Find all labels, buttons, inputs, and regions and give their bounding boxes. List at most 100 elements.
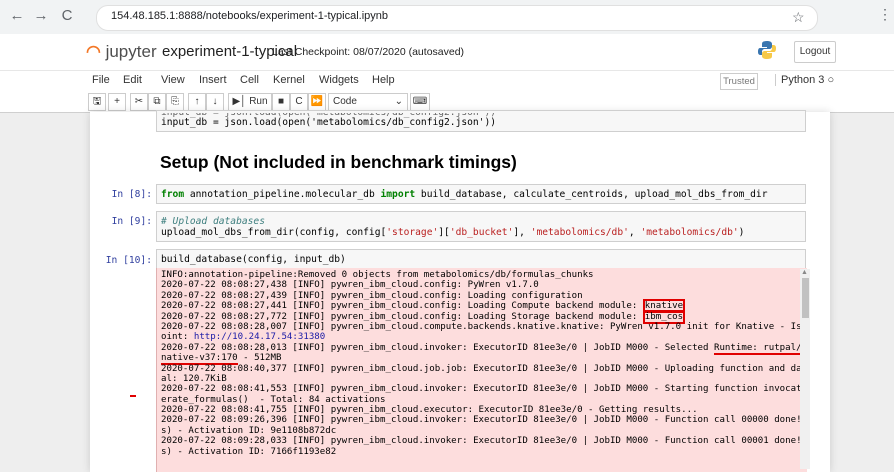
jupyter-header: ◠ jupyter experiment-1-typical Last Chec… xyxy=(0,34,894,70)
output-text-segment: 2020-07-22 08:08:27,441 [INFO] pywren_ib… xyxy=(161,301,643,312)
output-line: 2020-07-22 08:09:26,396 [INFO] pywren_ib… xyxy=(161,415,807,426)
back-icon[interactable]: ← xyxy=(8,7,26,25)
code-cell-input[interactable]: build_database(config, input_db) xyxy=(156,249,806,269)
reload-icon[interactable]: C xyxy=(58,7,76,25)
address-bar[interactable]: 154.48.185.1:8888/notebooks/experiment-1… xyxy=(96,5,818,31)
markdown-heading[interactable]: Setup (Not included in benchmark timings… xyxy=(160,152,517,173)
checkpoint-status: Last Checkpoint: 08/07/2020 (autosaved) xyxy=(272,46,465,58)
cell-type-label: Code xyxy=(333,96,357,107)
paste-icon[interactable]: ⎘ xyxy=(166,93,184,111)
string-literal: 'metabolomics/db' xyxy=(640,227,739,238)
code-line: upload_mol_dbs_from_dir(config, config['… xyxy=(161,227,744,238)
code-cell-input[interactable]: # Upload databases upload_mol_dbs_from_d… xyxy=(156,211,806,242)
input-prompt: In [8]: xyxy=(111,189,152,200)
menu-view[interactable]: View xyxy=(161,74,185,86)
code-line: input_db = json.load(open('metabolomics/… xyxy=(161,117,496,128)
menu-cell[interactable]: Cell xyxy=(240,74,259,86)
run-icon: ▶│ xyxy=(232,96,247,107)
move-down-icon[interactable]: ↓ xyxy=(206,93,224,111)
string-literal: 'storage' xyxy=(386,227,439,238)
restart-icon[interactable]: C xyxy=(290,93,308,111)
keyboard-icon[interactable]: ⌨ xyxy=(410,93,430,111)
menu-kernel[interactable]: Kernel xyxy=(273,74,305,86)
output-line: native-v37:170 - 512MB xyxy=(161,353,807,366)
output-line: INFO:annotation-pipeline:Removed 0 objec… xyxy=(161,270,594,280)
kernel-name: Python 3 xyxy=(781,74,825,86)
code-text: , xyxy=(628,227,641,238)
jupyter-logo[interactable]: ◠ jupyter xyxy=(86,42,157,62)
output-text-segment: oint: xyxy=(161,332,194,343)
run-label: Run xyxy=(249,96,268,107)
logout-button[interactable]: Logout xyxy=(794,41,836,63)
menu-insert[interactable]: Insert xyxy=(199,74,227,86)
code-line: build_database(config, input_db) xyxy=(161,254,346,265)
output-line: 2020-07-22 08:08:28,007 [INFO] pywren_ib… xyxy=(161,321,807,332)
forward-icon[interactable]: → xyxy=(32,7,50,25)
code-cell-input[interactable]: input_db = json.load(open('metabolomics/… xyxy=(156,110,806,132)
string-literal: 'db_bucket' xyxy=(449,227,514,238)
chevron-down-icon: ⌄ xyxy=(394,96,403,107)
output-line: 2020-07-22 08:08:27,439 [INFO] pywren_ib… xyxy=(161,290,583,301)
output-line: 2020-07-22 08:08:41,553 [INFO] pywren_ib… xyxy=(161,384,807,395)
jupyter-logo-text: jupyter xyxy=(105,42,157,61)
run-button[interactable]: ▶│ Run xyxy=(228,93,272,111)
notebook-container: input_db = json.load(open('metabolomics/… xyxy=(90,110,830,472)
menubar: File Edit View Insert Cell Kernel Widget… xyxy=(0,70,894,93)
browser-toolbar: ← → C 154.48.185.1:8888/notebooks/experi… xyxy=(0,0,894,35)
input-prompt: In [9]: xyxy=(111,216,152,227)
trusted-indicator[interactable]: Trusted xyxy=(720,73,758,90)
move-up-icon[interactable]: ↑ xyxy=(188,93,206,111)
code-text: ][ xyxy=(438,227,450,238)
runtime-underline: Runtime: rutpal/pywren-k xyxy=(713,342,807,355)
insert-cell-icon[interactable]: + xyxy=(108,93,126,111)
copy-icon[interactable]: ⧉ xyxy=(148,93,166,111)
output-line: al: 120.7KiB xyxy=(161,373,227,384)
output-text-segment: - 512MB xyxy=(237,353,282,364)
code-text: input_db = json.load(open('metabolomics/… xyxy=(161,117,497,128)
code-text: annotation_pipeline.molecular_db xyxy=(184,189,381,200)
input-prompt: In [10]: xyxy=(105,255,152,266)
output-line: 2020-07-22 08:08:28,013 [INFO] pywren_ib… xyxy=(161,342,807,355)
bookmark-star-icon[interactable]: ☆ xyxy=(792,9,805,26)
python-logo-icon xyxy=(758,41,776,59)
code-text: build_database, calculate_centroids, upl… xyxy=(415,189,768,200)
output-line: 2020-07-22 08:08:27,772 [INFO] pywren_ib… xyxy=(161,309,807,324)
output-line: 2020-07-22 08:08:27,441 [INFO] pywren_ib… xyxy=(161,299,807,314)
menu-file[interactable]: File xyxy=(92,74,110,86)
save-icon[interactable]: 🖫 xyxy=(88,93,106,111)
interrupt-icon[interactable]: ■ xyxy=(272,93,290,111)
menu-widgets[interactable]: Widgets xyxy=(319,74,359,86)
output-line: oint: http://10.24.17.54:31380 xyxy=(161,332,807,342)
jupyter-logo-icon: ◠ xyxy=(86,42,101,61)
code-cell-input[interactable]: from annotation_pipeline.molecular_db im… xyxy=(156,184,806,204)
browser-menu-icon[interactable]: ⋮ xyxy=(878,6,892,23)
scroll-up-icon[interactable]: ▲ xyxy=(801,269,808,276)
output-text-segment: 2020-07-22 08:08:27,772 [INFO] pywren_ib… xyxy=(161,311,643,322)
endpoint-link[interactable]: http://10.24.17.54:31380 xyxy=(194,332,325,342)
output-line: s) - Activation ID: 9e1108b872dc xyxy=(161,425,337,436)
cell-type-select[interactable]: Code ⌄ xyxy=(328,93,408,111)
output-text-segment: 2020-07-22 08:08:28,013 [INFO] pywren_ib… xyxy=(161,342,714,353)
url-text[interactable]: 154.48.185.1:8888/notebooks/experiment-1… xyxy=(111,10,388,22)
red-mark xyxy=(130,395,136,397)
keyword: from xyxy=(161,189,185,200)
keyword: import xyxy=(380,189,416,200)
output-text: INFO:annotation-pipeline:Removed 0 objec… xyxy=(161,270,807,457)
cut-icon[interactable]: ✂ xyxy=(130,93,148,111)
output-line: 2020-07-22 08:08:40,377 [INFO] pywren_ib… xyxy=(161,363,807,374)
code-line: from annotation_pipeline.molecular_db im… xyxy=(161,189,768,200)
code-text: ], xyxy=(513,227,531,238)
output-line: s) - Activation ID: 7166f1193e82 xyxy=(161,446,337,457)
output-line: erate_formulas() - Total: 84 activations xyxy=(161,394,386,405)
restart-run-all-icon[interactable]: ⏩ xyxy=(308,93,326,111)
kernel-idle-icon: ○ xyxy=(827,74,835,86)
menu-edit[interactable]: Edit xyxy=(123,74,142,86)
cell-output-stderr[interactable]: INFO:annotation-pipeline:Removed 0 objec… xyxy=(156,268,807,472)
output-line: 2020-07-22 08:08:41,755 [INFO] pywren_ib… xyxy=(161,405,698,416)
output-line: 2020-07-22 08:09:28,033 [INFO] pywren_ib… xyxy=(161,436,807,447)
output-scrollbar-thumb[interactable] xyxy=(802,278,809,318)
output-line: 2020-07-22 08:08:27,438 [INFO] pywren_ib… xyxy=(161,280,539,291)
menu-help[interactable]: Help xyxy=(372,74,395,86)
kernel-indicator[interactable]: Python 3 ○ xyxy=(775,74,834,86)
string-literal: 'metabolomics/db' xyxy=(530,227,629,238)
